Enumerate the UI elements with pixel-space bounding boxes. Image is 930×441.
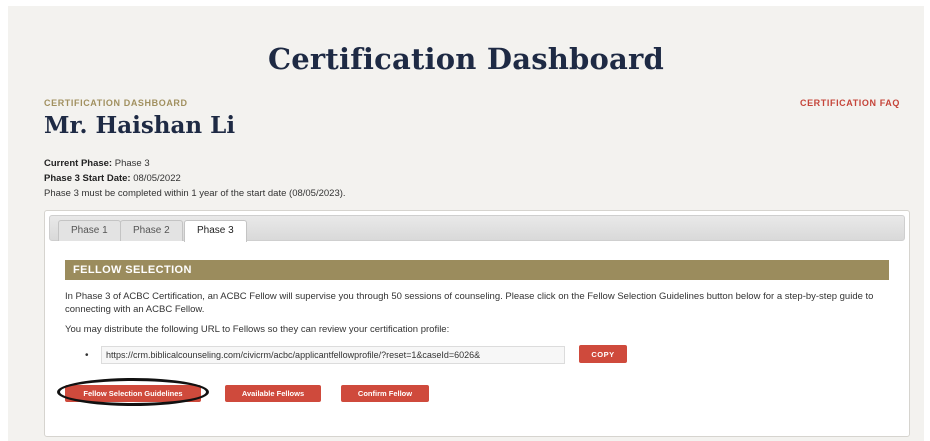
- copy-url-button[interactable]: COPY: [579, 345, 627, 363]
- fellow-selection-header: FELLOW SELECTION: [65, 260, 889, 280]
- breadcrumb: CERTIFICATION DASHBOARD: [44, 98, 188, 108]
- current-phase-value: Phase 3: [114, 158, 150, 169]
- page-title: Certification Dashboard: [267, 42, 664, 76]
- url-intro-text: You may distribute the following URL to …: [65, 324, 450, 335]
- phase-info: Current Phase: Phase 3 Phase 3 Start Dat…: [44, 156, 346, 201]
- profile-url-field[interactable]: [101, 346, 565, 364]
- phase-panel: Phase 1 Phase 2 Phase 3 FELLOW SELECTION…: [44, 210, 910, 437]
- current-phase-label: Current Phase:: [44, 158, 113, 169]
- available-fellows-button[interactable]: Available Fellows: [225, 385, 321, 402]
- phase-tab-bar: Phase 1 Phase 2 Phase 3: [49, 215, 905, 242]
- tab-phase-1[interactable]: Phase 1: [58, 220, 121, 241]
- start-date-value: 08/05/2022: [133, 173, 181, 184]
- user-name: Mr. Haishan Li: [44, 112, 236, 139]
- certification-faq-link[interactable]: CERTIFICATION FAQ: [800, 98, 900, 108]
- start-date-label: Phase 3 Start Date:: [44, 173, 131, 184]
- confirm-fellow-button[interactable]: Confirm Fellow: [341, 385, 429, 402]
- fellow-selection-guidelines-button[interactable]: Fellow Selection Guidelines: [65, 385, 201, 402]
- bullet-icon: •: [85, 350, 89, 361]
- start-date-line: Phase 3 Start Date: 08/05/2022: [44, 171, 346, 186]
- fellow-description: In Phase 3 of ACBC Certification, an ACB…: [65, 291, 874, 315]
- tab-phase-2[interactable]: Phase 2: [120, 220, 183, 241]
- dashboard-page: Certification Dashboard CERTIFICATION DA…: [8, 6, 924, 441]
- deadline-text: Phase 3 must be completed within 1 year …: [44, 188, 346, 199]
- current-phase-line: Current Phase: Phase 3: [44, 156, 346, 171]
- tab-phase-3[interactable]: Phase 3: [184, 220, 247, 242]
